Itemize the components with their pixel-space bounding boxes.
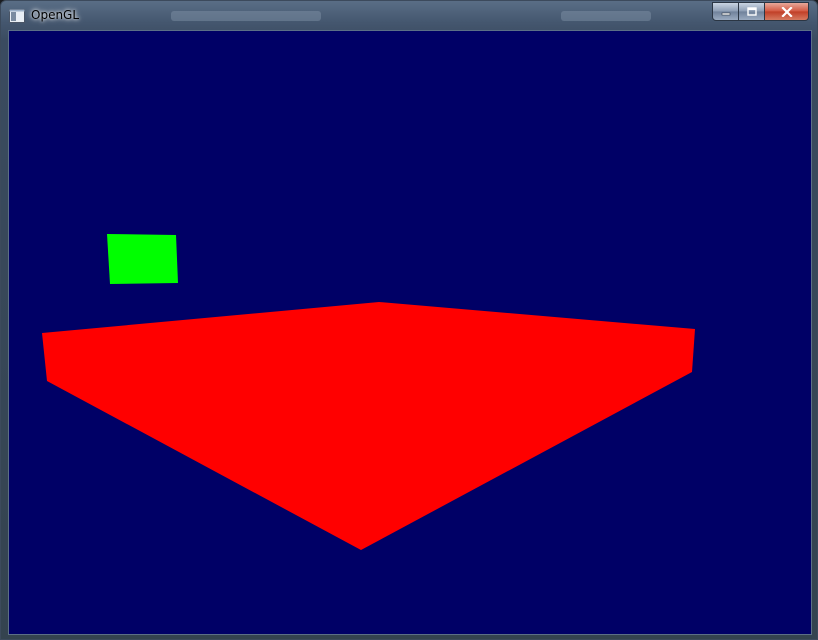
background-toolbar-blur [561,11,651,21]
minimize-button[interactable] [712,2,739,21]
maximize-button[interactable] [739,2,765,21]
caption-buttons [712,2,809,21]
close-icon [780,6,793,17]
scene-canvas [9,31,811,634]
opengl-window: OpenGL [0,0,818,640]
close-button[interactable] [765,2,809,21]
background-window-title-blur [171,11,321,21]
window-app-icon[interactable] [9,8,25,23]
maximize-icon [746,6,757,16]
minimize-icon [721,12,730,15]
opengl-viewport[interactable] [8,30,812,635]
window-title: OpenGL [31,8,80,22]
green-quad [107,234,178,284]
title-bar[interactable]: OpenGL [1,1,817,29]
